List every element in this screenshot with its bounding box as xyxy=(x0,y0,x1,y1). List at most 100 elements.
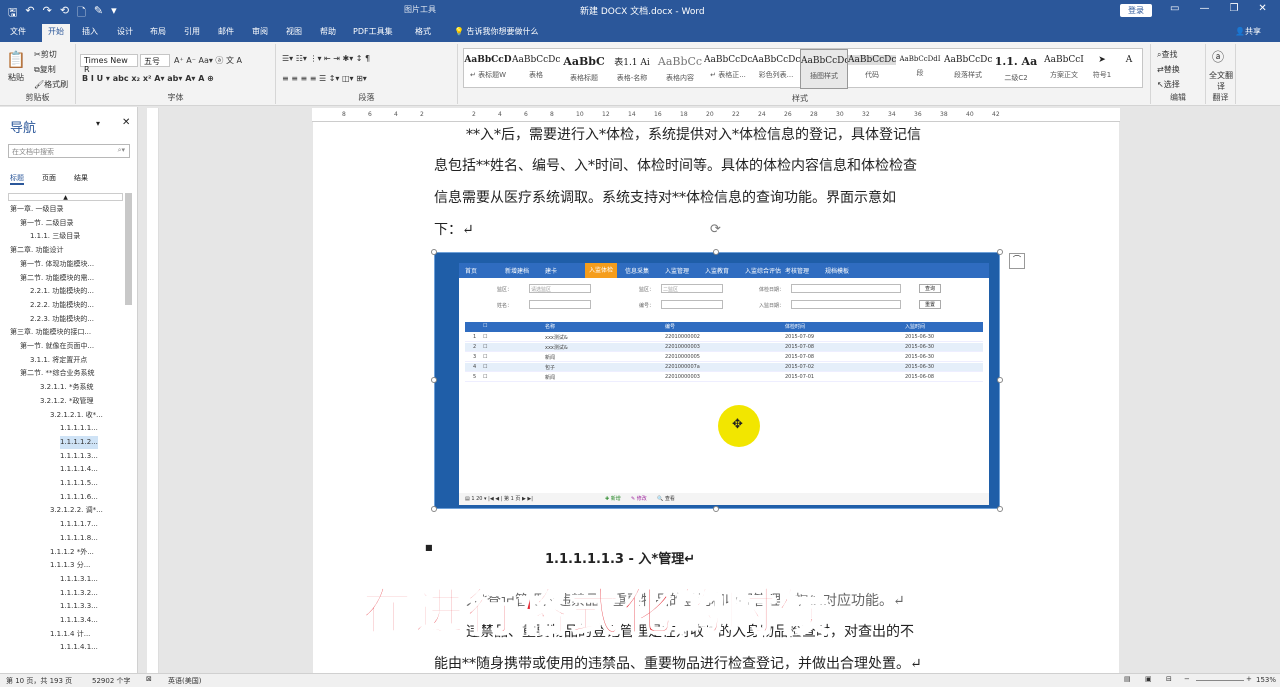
list-buttons[interactable]: ☰▾ ☷▾ ⋮▾ ⇤ ⇥ ✱▾ ↕ ¶ xyxy=(282,54,370,63)
tell-me-search[interactable]: 💡 告诉我你想要做什么 xyxy=(454,26,539,37)
tab-headings[interactable]: 标题 xyxy=(10,173,24,185)
cut-button[interactable]: ✂剪切 xyxy=(34,49,57,60)
resize-handle[interactable] xyxy=(431,506,437,512)
nav-heading-item[interactable]: 第一节. 体现功能模块... xyxy=(20,258,94,271)
nav-heading-item[interactable]: 2.2.3. 功能模块的... xyxy=(30,313,94,326)
table-row[interactable]: ☐ 1 xxx测试& 22010000002 2015-07-09 2015-06-30 xyxy=(465,333,983,342)
minimize-icon[interactable]: — xyxy=(1199,3,1209,14)
style-item[interactable]: AaBbCc 表格内容 xyxy=(656,49,704,89)
resize-handle[interactable] xyxy=(997,377,1003,383)
proofing-icon[interactable]: ⊠ xyxy=(146,675,152,683)
zoom-slider[interactable] xyxy=(1196,680,1244,681)
nav-heading-item[interactable]: 1.1.1.3.2... xyxy=(60,587,98,600)
rotate-handle-icon[interactable]: ⟳ xyxy=(710,222,721,237)
nav-heading-item[interactable]: 2.2.2. 功能模块的... xyxy=(30,299,94,312)
tab-home[interactable]: 开始 xyxy=(42,24,70,42)
share-button[interactable]: 👤共享 xyxy=(1235,26,1261,37)
translate-icon[interactable]: ⓐ xyxy=(1212,48,1224,65)
font-size-select[interactable]: 五号 xyxy=(140,54,170,67)
nav-heading-item[interactable]: 第一节. 就像在页面中... xyxy=(20,340,94,353)
search-input[interactable]: 在文档中搜索 ⌕▾ xyxy=(8,144,130,158)
checkbox-icon[interactable]: ☐ xyxy=(483,354,487,360)
word-count[interactable]: 52902 个字 xyxy=(92,676,131,686)
replace-button[interactable]: ⇄替换 xyxy=(1157,64,1180,75)
paste-icon[interactable]: 📋 xyxy=(6,50,26,69)
nav-heading-item[interactable]: 1.1.1.1.7... xyxy=(60,518,98,531)
customize-qat-icon[interactable]: ▾ xyxy=(111,4,117,23)
style-item[interactable]: AaBbCcI 方案正文 xyxy=(1040,49,1088,89)
nav-heading-item[interactable]: 1.1.1.4 计... xyxy=(50,628,90,641)
body-text-line[interactable]: **入*后，需要进行入*体检，系统提供对入*体检信息的登记，具体登记信 xyxy=(466,124,921,144)
table-row[interactable]: ☐ 2 xxx测试& 22010000003 2015-07-08 2015-06-30 xyxy=(465,343,983,352)
nav-heading-item[interactable]: 1.1.1.1.6... xyxy=(60,491,98,504)
style-item[interactable]: AaBbCcDc 段落样式 xyxy=(944,49,992,89)
nav-heading-item[interactable]: 1.1.1.1.3... xyxy=(60,450,98,463)
style-item[interactable]: 1.1. Aa 二级C2 xyxy=(992,49,1040,89)
filter-select[interactable]: 二监区 xyxy=(661,284,723,293)
copy-button[interactable]: ⧉复制 xyxy=(34,64,56,75)
style-item[interactable]: AaBbCcDdI 段 xyxy=(896,49,944,89)
tab-layout[interactable]: 布局 xyxy=(150,26,166,37)
close-icon[interactable]: ✕ xyxy=(1258,3,1266,14)
body-text-line[interactable]: 息包括**姓名、编号、入*时间、体检时间等。具体的体检内容信息和体检检查 xyxy=(434,155,917,175)
nav-heading-item[interactable]: 1.1.1.3 分... xyxy=(50,559,90,572)
chevron-down-icon[interactable]: ▾ xyxy=(96,119,100,128)
redo-icon[interactable]: ↷ xyxy=(43,4,52,23)
checkbox-icon[interactable]: ☐ xyxy=(483,323,487,329)
language[interactable]: 英语(美国) xyxy=(168,676,201,686)
app-nav-item[interactable]: 考核管理 xyxy=(785,266,809,275)
zoom-level[interactable]: 153% xyxy=(1256,676,1276,684)
nav-heading-item[interactable]: 第二节. **综合业务系统 xyxy=(20,367,94,380)
find-button[interactable]: ⌕查找 xyxy=(1157,49,1177,60)
tab-mailings[interactable]: 邮件 xyxy=(218,26,234,37)
date-range-input[interactable] xyxy=(791,284,901,293)
nav-heading-item[interactable]: 3.2.1.2. *政管理 xyxy=(40,395,93,408)
body-text-line[interactable]: 能由**随身携带或使用的违禁品、重要物品进行检查登记，并做出合理处置。↵ xyxy=(434,653,922,673)
tab-view[interactable]: 视图 xyxy=(286,26,302,37)
tab-design[interactable]: 设计 xyxy=(117,26,133,37)
style-item[interactable]: AaBbC 表格标题 xyxy=(560,49,608,89)
new-doc-icon[interactable]: 🗋 xyxy=(77,4,86,23)
zoom-in-icon[interactable]: + xyxy=(1246,675,1252,683)
zoom-out-icon[interactable]: − xyxy=(1184,675,1190,683)
nav-heading-item[interactable]: 1.1.1.4.1... xyxy=(60,641,98,654)
tab-pdf-tools[interactable]: PDF工具集 xyxy=(353,26,393,37)
app-nav-item[interactable]: 入监管理 xyxy=(665,266,689,275)
body-text-line[interactable]: 信息需要从医疗系统调取。系统支持对**体检信息的查询功能。界面示意如 xyxy=(434,187,896,207)
nav-heading-item[interactable]: 3.2.1.2.1. 收*... xyxy=(50,409,103,422)
style-item[interactable]: AaBbCcDc 彩色列表... xyxy=(752,49,800,89)
scroll-up-arrow[interactable]: ▲ xyxy=(8,193,123,201)
app-nav-item[interactable]: 首页 xyxy=(465,266,477,275)
style-item-selected[interactable]: AaBbCcDc 插图样式 xyxy=(800,49,848,89)
tab-references[interactable]: 引用 xyxy=(184,26,200,37)
tab-file[interactable]: 文件 xyxy=(10,26,26,37)
style-item[interactable]: AaBbCcDc 代码 xyxy=(848,49,896,89)
nav-heading-item[interactable]: 1.1.1.1.8... xyxy=(60,532,98,545)
body-text-line[interactable]: 下：↵ xyxy=(434,219,474,239)
close-icon[interactable]: ✕ xyxy=(122,117,130,128)
tab-format[interactable]: 格式 xyxy=(415,26,431,37)
select-button[interactable]: ↖选择 xyxy=(1157,79,1180,90)
tab-help[interactable]: 帮助 xyxy=(320,26,336,37)
nav-heading-item[interactable]: 3.2.1.1. *务系统 xyxy=(40,381,93,394)
nav-heading-item[interactable]: 1.1.1.2 *外... xyxy=(50,546,94,559)
tab-results[interactable]: 结果 xyxy=(74,173,88,185)
align-buttons[interactable]: ≡ ≡ ≡ ≡ ☰ ↕▾ ◫▾ ⊞▾ xyxy=(282,74,367,83)
query-button[interactable]: 查询 xyxy=(919,284,941,293)
page-count[interactable]: 第 10 页，共 193 页 xyxy=(6,676,72,686)
resize-handle[interactable] xyxy=(997,506,1003,512)
nav-heading-item[interactable]: 第三章. 功能模块的接口... xyxy=(10,326,91,339)
nav-heading-item[interactable]: 1.1.1.1.1... xyxy=(60,422,98,435)
nav-heading-item[interactable]: 1.1.1.1.5... xyxy=(60,477,98,490)
font-size-controls[interactable]: A⁺ A⁻ Aa▾ ⓐ 文 A xyxy=(174,55,242,66)
nav-heading-item[interactable]: 第二节. 功能模块的需... xyxy=(20,272,94,285)
print-layout-icon[interactable]: ▣ xyxy=(1145,675,1152,683)
style-item[interactable]: AaBbCcDc ↵ 表格正... xyxy=(704,49,752,89)
add-button[interactable]: ✚ 新增 xyxy=(605,495,621,502)
app-nav-item[interactable]: 新增建档 xyxy=(505,266,529,275)
style-item[interactable]: AaBbCcD ↵ 表标题W xyxy=(464,49,512,89)
nav-scrollbar[interactable] xyxy=(125,193,132,305)
nav-heading-item[interactable]: 1.1.1.3.1... xyxy=(60,573,98,586)
table-row[interactable]: ☐ 4 包子 2201000007a 2015-07-02 2015-06-30 xyxy=(465,363,983,372)
draw-icon[interactable]: ✎ xyxy=(94,4,103,23)
